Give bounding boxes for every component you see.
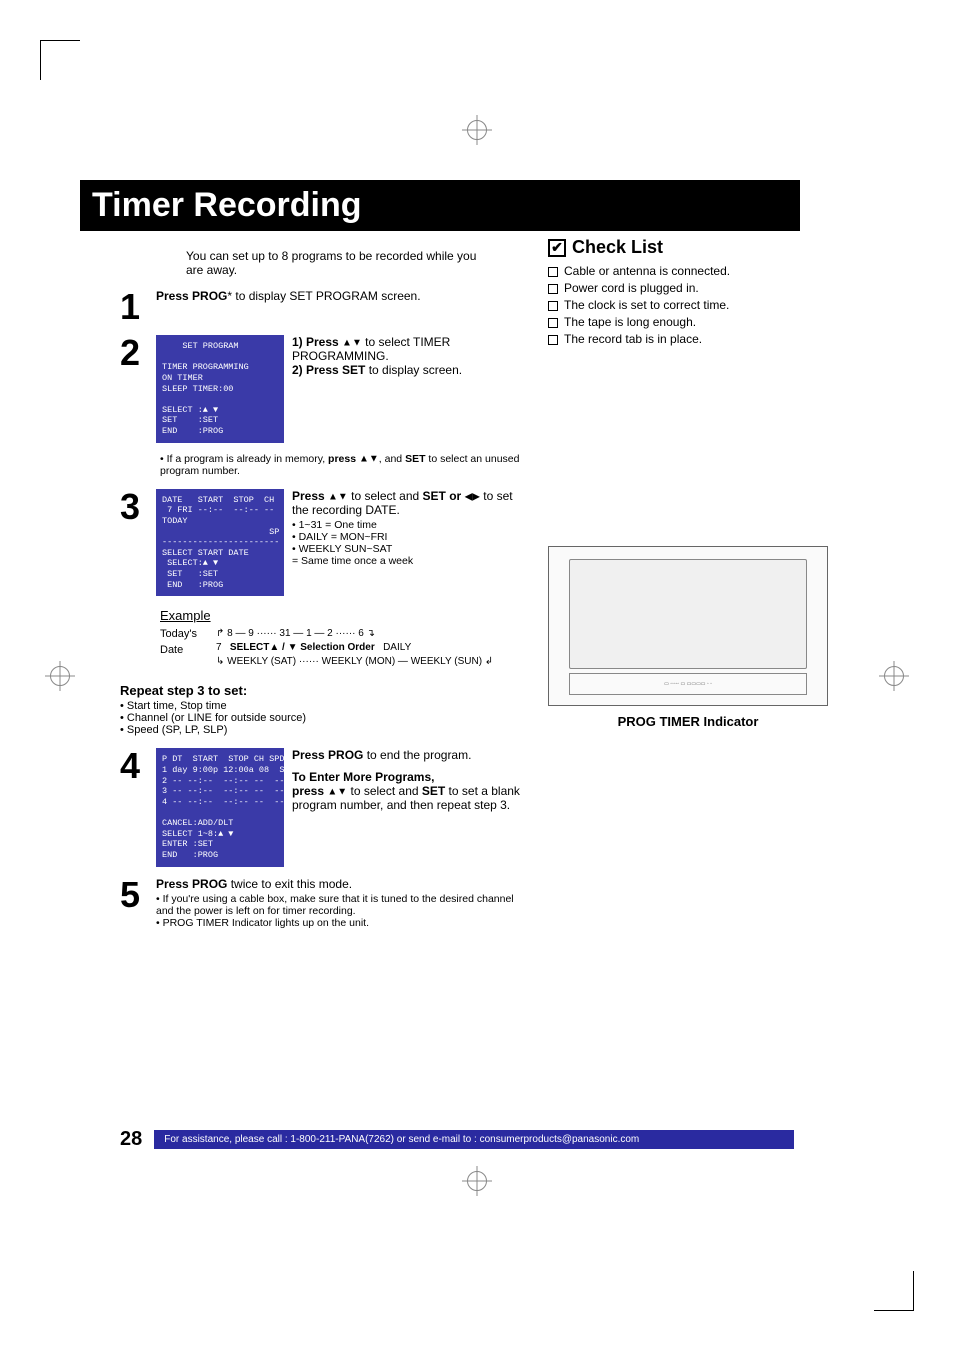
step-number: 1 xyxy=(120,289,148,325)
checkbox-icon xyxy=(548,335,558,345)
step5-note2: • PROG TIMER Indicator lights up on the … xyxy=(156,917,520,929)
osd-program-list: P DT START STOP CH SPD 1 day 9:00p 12:00… xyxy=(156,748,284,866)
page-title: Timer Recording xyxy=(80,180,800,231)
intro-text: You can set up to 8 programs to be recor… xyxy=(186,249,486,277)
checkbox-icon xyxy=(548,318,558,328)
step4-more-set: SET xyxy=(422,784,445,798)
checkbox-icon xyxy=(548,301,558,311)
step-4: 4 P DT START STOP CH SPD 1 day 9:00p 12:… xyxy=(120,748,520,866)
step3-bullet3: • WEEKLY SUN~SAT xyxy=(292,543,520,555)
step-number: 5 xyxy=(120,877,148,929)
step-5: 5 Press PROG twice to exit this mode. • … xyxy=(120,877,520,929)
step2-line1a: 1) Press xyxy=(292,335,342,349)
step-1: 1 Press PROG* to display SET PROGRAM scr… xyxy=(120,289,520,325)
checkbox-icon xyxy=(548,284,558,294)
step-2: 2 SET PROGRAM TIMER PROGRAMMING ON TIMER… xyxy=(120,335,520,443)
repeat-heading: Repeat step 3 to set: xyxy=(120,683,520,698)
step2-note: • If a program is already in memory, pre… xyxy=(160,453,520,477)
registration-mark-bottom xyxy=(467,1171,487,1191)
assistance-bar: For assistance, please call : 1-800-211-… xyxy=(154,1130,794,1149)
step-3: 3 DATE START STOP CH 7 FRI --:-- --:-- -… xyxy=(120,489,520,597)
step1-press-prog: Press PROG xyxy=(156,289,227,303)
step4-rest: to end the program. xyxy=(363,748,471,762)
example-heading: Example xyxy=(160,608,520,623)
step3-mid: to select and xyxy=(348,489,423,503)
step4-more-hdr: To Enter More Programs, xyxy=(292,770,434,784)
step5-press-prog: Press PROG xyxy=(156,877,227,891)
step4-more-b: to select and xyxy=(347,784,422,798)
vcr-illustration: ▭ ◦◦◦◦◦ ▭ ▭▭▭▭ ◦ ◦ xyxy=(548,546,828,706)
example-diagram: Today's Date ↱ 8 — 9 ······ 31 — 1 — 2 ·… xyxy=(160,627,520,669)
check-list-heading: ✔ Check List xyxy=(548,237,828,258)
step3-bullet1: • 1~31 = One time xyxy=(292,519,520,531)
up-down-icon: ▲▼ xyxy=(359,453,379,464)
step3-setor: SET or xyxy=(423,489,465,503)
step-number: 4 xyxy=(120,748,148,866)
step3-bullet4: = Same time once a week xyxy=(292,555,520,567)
step4-press-prog: Press PROG xyxy=(292,748,363,762)
left-right-icon: ◀▶ xyxy=(465,491,480,502)
up-down-icon: ▲▼ xyxy=(328,491,348,502)
step5-rest: twice to exit this mode. xyxy=(227,877,352,891)
step-number: 2 xyxy=(120,335,148,443)
vcr-caption: PROG TIMER Indicator xyxy=(548,714,828,729)
checkmark-icon: ✔ xyxy=(548,239,566,257)
step3-press: Press xyxy=(292,489,328,503)
step5-note1: • If you're using a cable box, make sure… xyxy=(156,893,520,917)
crop-mark-tl xyxy=(40,40,80,80)
checkbox-icon xyxy=(548,267,558,277)
registration-mark-right xyxy=(884,666,904,686)
step2-line2a: 2) Press SET xyxy=(292,363,365,377)
step3-bullet2: • DAILY = MON~FRI xyxy=(292,531,520,543)
step1-rest: * to display SET PROGRAM screen. xyxy=(227,289,420,303)
registration-mark-left xyxy=(50,666,70,686)
step2-line2b: to display screen. xyxy=(365,363,462,377)
page-number: 28 xyxy=(120,1128,142,1151)
step-number: 3 xyxy=(120,489,148,597)
repeat-list: Start time, Stop time Channel (or LINE f… xyxy=(120,700,520,736)
up-down-icon: ▲▼ xyxy=(342,337,362,348)
registration-mark-top xyxy=(467,120,487,140)
osd-set-program: SET PROGRAM TIMER PROGRAMMING ON TIMER S… xyxy=(156,335,284,443)
up-down-icon: ▲▼ xyxy=(327,787,347,798)
osd-select-date: DATE START STOP CH 7 FRI --:-- --:-- -- … xyxy=(156,489,284,597)
step4-more-press: press xyxy=(292,784,327,798)
check-list: Cable or antenna is connected. Power cor… xyxy=(548,264,828,346)
crop-mark-br xyxy=(874,1271,914,1311)
